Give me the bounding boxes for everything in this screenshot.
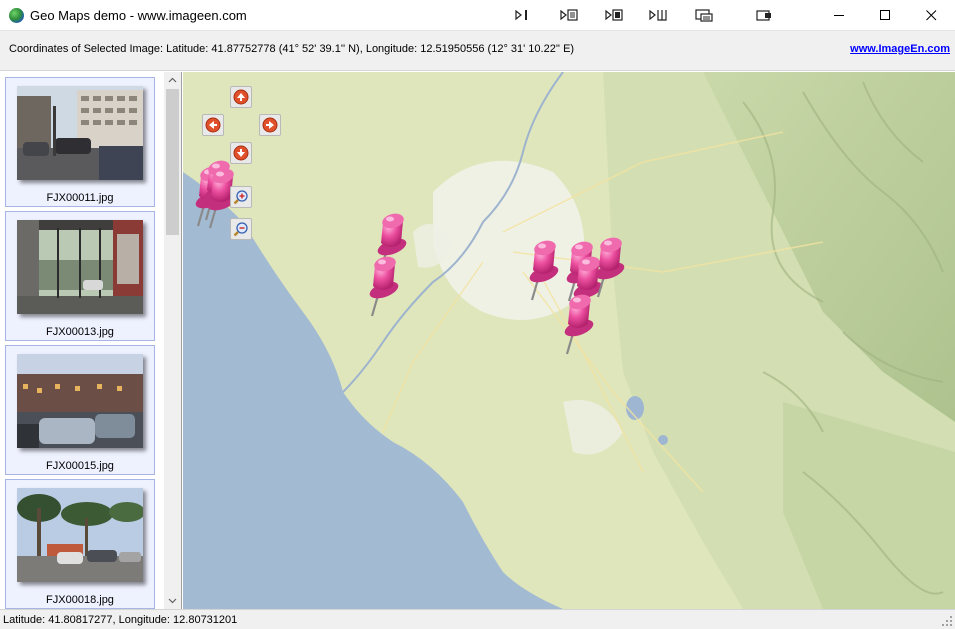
status-bar: Latitude: 41.80817277, Longitude: 12.807…: [0, 609, 955, 629]
scrollbar-thumb[interactable]: [166, 89, 179, 235]
pan-right-button[interactable]: [259, 114, 281, 136]
thumbnail-image: [17, 354, 143, 448]
close-button[interactable]: [908, 0, 954, 31]
thumbnail-image: [17, 488, 143, 582]
pin-layer: [195, 160, 625, 355]
selected-coordinates: Coordinates of Selected Image: Latitude:…: [9, 43, 575, 55]
window-title: Geo Maps demo - www.imageen.com: [30, 8, 247, 23]
arrow-down-icon: [233, 145, 249, 161]
thumbnail-filename: FJX00015.jpg: [46, 460, 114, 472]
zoom-out-button[interactable]: [230, 218, 252, 240]
arrow-right-icon: [262, 117, 278, 133]
arrow-up-icon: [233, 89, 249, 105]
thumbnail-panel[interactable]: FJX00011.jpg FJX00013.jpg FJX00015.jpg F…: [0, 72, 182, 609]
next-page-icon[interactable]: [605, 8, 623, 22]
pan-down-button[interactable]: [230, 142, 252, 164]
first-page-icon[interactable]: [514, 8, 532, 22]
map-view[interactable]: [183, 72, 955, 609]
zoom-in-button[interactable]: [230, 186, 252, 208]
arrow-left-icon: [205, 117, 221, 133]
pan-up-button[interactable]: [230, 86, 252, 108]
minimize-button[interactable]: [816, 0, 862, 31]
info-bar: Coordinates of Selected Image: Latitude:…: [0, 31, 955, 71]
thumbnail-item[interactable]: FJX00015.jpg: [5, 345, 155, 475]
imageen-link[interactable]: www.ImageEn.com: [850, 43, 950, 55]
pan-left-button[interactable]: [202, 114, 224, 136]
thumbnail-item[interactable]: FJX00013.jpg: [5, 211, 155, 341]
zoom-out-icon: [233, 222, 248, 237]
map-pin[interactable]: [528, 238, 561, 301]
thumbnail-item[interactable]: FJX00018.jpg: [5, 479, 155, 609]
last-page-icon[interactable]: [649, 8, 667, 22]
zoom-in-icon: [233, 190, 248, 205]
map-pin[interactable]: [563, 292, 596, 355]
maximize-button[interactable]: [862, 0, 908, 31]
map-pin[interactable]: [368, 254, 401, 317]
title-bar: Geo Maps demo - www.imageen.com: [0, 0, 955, 31]
screen-view-icon[interactable]: [695, 8, 713, 22]
chevron-up-icon[interactable]: [168, 76, 177, 85]
minimize-icon: [834, 15, 844, 16]
thumbnail-filename: FJX00013.jpg: [46, 326, 114, 338]
maximize-icon: [880, 10, 890, 20]
export-icon[interactable]: [756, 8, 774, 22]
globe-icon: [9, 8, 24, 23]
thumbnail-scrollbar[interactable]: [164, 72, 181, 609]
thumbnail-image: [17, 220, 143, 314]
resize-grip-icon[interactable]: [941, 615, 953, 627]
thumbnail-image: [17, 86, 143, 180]
thumbnail-filename: FJX00011.jpg: [46, 192, 114, 204]
close-icon: [926, 10, 937, 21]
previous-page-icon[interactable]: [560, 8, 578, 22]
thumbnail-filename: FJX00018.jpg: [46, 594, 114, 606]
thumbnail-item[interactable]: FJX00011.jpg: [5, 77, 155, 207]
chevron-down-icon[interactable]: [168, 596, 177, 605]
cursor-coordinates: Latitude: 41.80817277, Longitude: 12.807…: [3, 614, 238, 626]
